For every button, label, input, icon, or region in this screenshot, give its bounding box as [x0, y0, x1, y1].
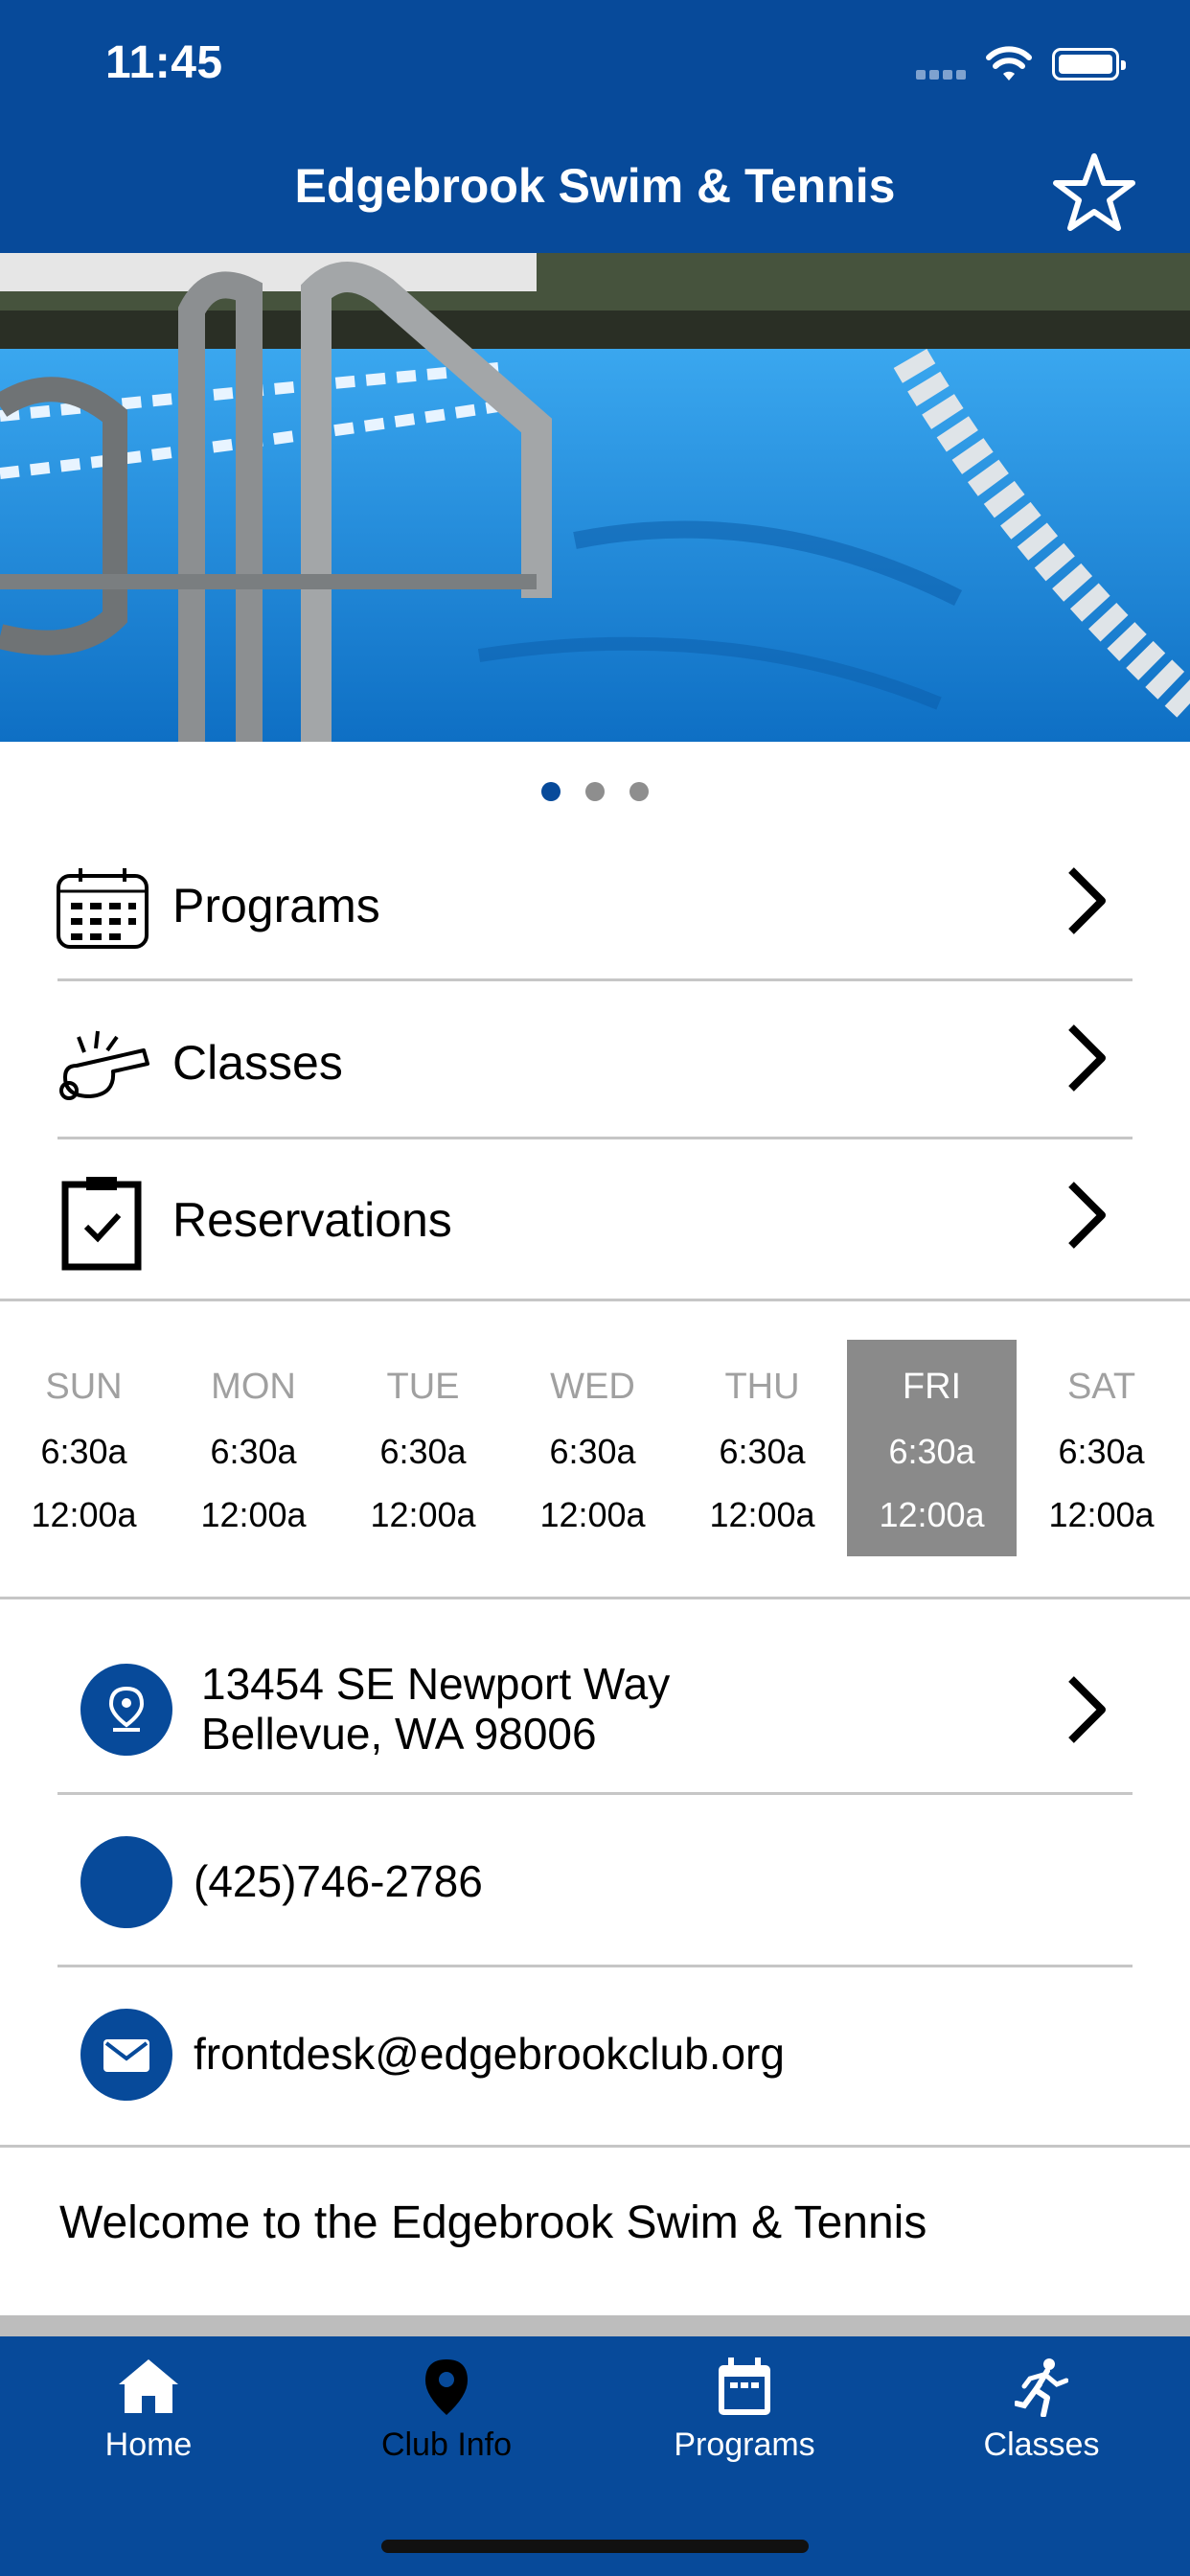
carousel-dot[interactable]: [629, 782, 649, 801]
address-row[interactable]: 13454 SE Newport Way Bellevue, WA 98006: [0, 1629, 1190, 1792]
email-circle: [80, 2009, 172, 2101]
day-column-tue: TUE 6:30a 12:00a: [338, 1340, 508, 1556]
classes-label: Classes: [172, 1036, 343, 1090]
star-outline-icon[interactable]: [1052, 151, 1136, 234]
day-column-thu: THU 6:30a 12:00a: [677, 1340, 847, 1556]
day-name: WED: [550, 1367, 635, 1407]
top-bar: 11:45 Edgebrook Swim & Tennis: [0, 0, 1190, 253]
divider: [0, 1597, 1190, 1599]
address-line2: Bellevue, WA 98006: [201, 1709, 597, 1759]
tab-club-info-label: Club Info: [380, 2426, 513, 2463]
email-row[interactable]: frontdesk@edgebrookclub.org: [0, 1968, 1190, 2145]
day-name: FRI: [902, 1367, 962, 1407]
tab-home[interactable]: Home: [0, 2336, 297, 2490]
clipboard-check-icon: [61, 1177, 142, 1271]
open-time: 6:30a: [379, 1432, 467, 1471]
chevron-right-icon: [1068, 1676, 1106, 1743]
day-column-wed: WED 6:30a 12:00a: [508, 1340, 677, 1556]
divider: [57, 1137, 1133, 1139]
day-name: SUN: [45, 1367, 123, 1407]
day-column-sat: SAT 6:30a 12:00a: [1017, 1340, 1186, 1556]
close-time: 12:00a: [879, 1495, 985, 1534]
home-indicator[interactable]: [381, 2540, 809, 2553]
battery-icon: [1052, 48, 1126, 80]
carousel-dot[interactable]: [541, 782, 561, 801]
location-pin-icon: [109, 1687, 144, 1732]
tab-club-info[interactable]: Club Info: [298, 2336, 595, 2490]
divider: [57, 1965, 1133, 1967]
phone-number: (425)746-2786: [194, 1856, 483, 1906]
page-title: Edgebrook Swim & Tennis: [294, 159, 896, 213]
address-line1: 13454 SE Newport Way: [201, 1659, 671, 1709]
open-time: 6:30a: [888, 1432, 975, 1471]
tab-classes[interactable]: Classes: [893, 2336, 1190, 2490]
programs-row[interactable]: Programs: [0, 828, 1190, 985]
home-icon: [119, 2359, 178, 2413]
open-time: 6:30a: [40, 1432, 127, 1471]
map-pin-icon: [425, 2359, 468, 2415]
whistle-icon: [59, 1030, 149, 1100]
close-time: 12:00a: [31, 1495, 137, 1534]
classes-row[interactable]: Classes: [0, 985, 1190, 1142]
close-time: 12:00a: [709, 1495, 815, 1534]
day-column-sun: SUN 6:30a 12:00a: [0, 1340, 169, 1556]
content-separator: [0, 2315, 1190, 2336]
tab-classes-label: Classes: [983, 2426, 1100, 2463]
close-time: 12:00a: [370, 1495, 476, 1534]
day-name: THU: [724, 1367, 800, 1407]
close-time: 12:00a: [539, 1495, 646, 1534]
pool-photo: [0, 253, 1190, 742]
open-time: 6:30a: [210, 1432, 297, 1471]
reservations-label: Reservations: [172, 1193, 452, 1247]
cellular-signal-icon: [916, 67, 970, 84]
carousel-dot[interactable]: [585, 782, 605, 801]
day-name: TUE: [386, 1367, 460, 1407]
tab-programs-label: Programs: [674, 2426, 815, 2463]
calendar-icon: [57, 868, 149, 949]
chevron-right-icon: [1068, 1024, 1106, 1092]
reservations-row[interactable]: Reservations: [0, 1142, 1190, 1300]
email-address: frontdesk@edgebrookclub.org: [194, 2029, 785, 2079]
hours-schedule: SUN 6:30a 12:00a MON 6:30a 12:00a TUE 6:30a 12:0…: [0, 1340, 1190, 1556]
phone-circle: [80, 1836, 172, 1928]
open-time: 6:30a: [1058, 1432, 1145, 1471]
open-time: 6:30a: [719, 1432, 806, 1471]
close-time: 12:00a: [1048, 1495, 1155, 1534]
divider: [57, 1792, 1133, 1795]
location-circle: [80, 1664, 172, 1756]
wifi-icon: [986, 46, 1032, 80]
mail-icon: [103, 2039, 149, 2072]
welcome-text: Welcome to the Edgebrook Swim & Tennis: [59, 2197, 927, 2248]
carousel-page-indicator[interactable]: [0, 782, 1190, 806]
carousel-image[interactable]: [0, 253, 1190, 742]
divider: [0, 2145, 1190, 2148]
close-time: 12:00a: [200, 1495, 307, 1534]
day-name: SAT: [1066, 1367, 1136, 1407]
chevron-right-icon: [1068, 1182, 1106, 1249]
programs-label: Programs: [172, 879, 380, 932]
phone-row[interactable]: (425)746-2786: [0, 1796, 1190, 1966]
tab-programs[interactable]: Programs: [596, 2336, 893, 2490]
day-name: MON: [211, 1367, 296, 1407]
open-time: 6:30a: [549, 1432, 636, 1471]
day-column-fri: FRI 6:30a 12:00a: [847, 1340, 1017, 1556]
divider: [57, 978, 1133, 981]
runner-icon: [1015, 2358, 1068, 2417]
tab-home-label: Home: [104, 2426, 193, 2463]
status-time: 11:45: [105, 37, 223, 88]
chevron-right-icon: [1068, 867, 1106, 934]
divider: [0, 1299, 1190, 1301]
day-column-mon: MON 6:30a 12:00a: [169, 1340, 338, 1556]
calendar-icon: [719, 2358, 770, 2415]
